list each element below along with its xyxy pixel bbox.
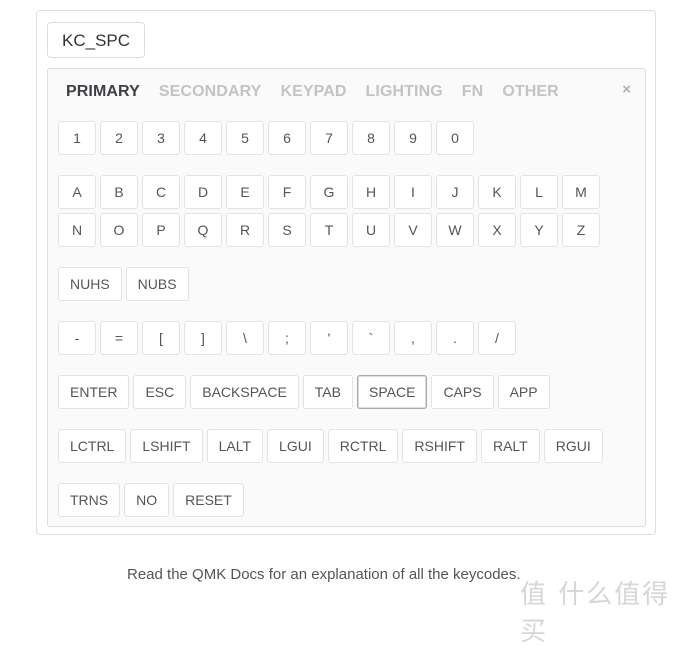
key-button[interactable]: 9 bbox=[394, 121, 432, 155]
key-button[interactable]: ] bbox=[184, 321, 222, 355]
key-button[interactable]: RALT bbox=[480, 429, 540, 463]
key-button[interactable]: , bbox=[394, 321, 432, 355]
key-button[interactable]: 4 bbox=[184, 121, 222, 155]
key-button[interactable]: E bbox=[226, 175, 264, 209]
key-button[interactable]: 1 bbox=[58, 121, 96, 155]
key-button[interactable]: X bbox=[478, 213, 516, 247]
docs-hint: Read the QMK Docs for an explanation of … bbox=[127, 566, 521, 583]
key-button[interactable]: LCTRL bbox=[58, 429, 127, 463]
key-button[interactable]: RGUI bbox=[543, 429, 603, 463]
key-button[interactable]: K bbox=[478, 175, 516, 209]
key-button[interactable]: V bbox=[394, 213, 432, 247]
key-button[interactable]: TRNS bbox=[58, 483, 121, 517]
watermark: 值 什么值得买 bbox=[520, 580, 671, 647]
key-button[interactable]: S bbox=[268, 213, 306, 247]
keycode-panel: PRIMARY SECONDARY KEYPAD LIGHTING FN OTH… bbox=[47, 68, 646, 527]
row-modifiers: LCTRL LSHIFT LALT LGUI RCTRL RSHIFT RALT RGUI bbox=[58, 429, 603, 463]
key-button[interactable]: NUBS bbox=[125, 267, 189, 301]
key-button[interactable]: ` bbox=[352, 321, 390, 355]
key-button[interactable]: [ bbox=[142, 321, 180, 355]
key-button[interactable]: NO bbox=[124, 483, 170, 517]
key-button[interactable]: Z bbox=[562, 213, 600, 247]
key-button[interactable]: B bbox=[100, 175, 138, 209]
key-button[interactable]: = bbox=[100, 321, 138, 355]
key-button[interactable]: C bbox=[142, 175, 180, 209]
key-button[interactable]: T bbox=[310, 213, 348, 247]
key-button[interactable]: 5 bbox=[226, 121, 264, 155]
tab-other[interactable]: OTHER bbox=[502, 83, 559, 101]
key-button[interactable]: ' bbox=[310, 321, 348, 355]
key-button[interactable]: 2 bbox=[100, 121, 138, 155]
keycode-picker: KC_SPC PRIMARY SECONDARY KEYPAD LIGHTING… bbox=[36, 10, 656, 535]
key-button[interactable]: G bbox=[310, 175, 348, 209]
key-button[interactable]: LALT bbox=[206, 429, 264, 463]
tab-bar: PRIMARY SECONDARY KEYPAD LIGHTING FN OTH… bbox=[66, 83, 578, 101]
key-button[interactable]: 8 bbox=[352, 121, 390, 155]
key-button[interactable]: M bbox=[562, 175, 600, 209]
key-button[interactable]: BACKSPACE bbox=[190, 375, 299, 409]
row-letters-2: NOPQRSTUVWXYZ bbox=[58, 213, 600, 247]
key-button[interactable]: LSHIFT bbox=[130, 429, 203, 463]
key-button[interactable]: CAPS bbox=[431, 375, 494, 409]
tab-primary[interactable]: PRIMARY bbox=[66, 83, 140, 101]
tab-lighting[interactable]: LIGHTING bbox=[366, 83, 443, 101]
key-button[interactable]: H bbox=[352, 175, 390, 209]
key-button[interactable]: O bbox=[100, 213, 138, 247]
key-button[interactable]: 0 bbox=[436, 121, 474, 155]
key-button[interactable]: W bbox=[436, 213, 474, 247]
key-button[interactable]: RESET bbox=[173, 483, 244, 517]
key-button[interactable]: NUHS bbox=[58, 267, 122, 301]
key-button[interactable]: RSHIFT bbox=[402, 429, 477, 463]
key-button[interactable]: R bbox=[226, 213, 264, 247]
key-button[interactable]: ; bbox=[268, 321, 306, 355]
key-button[interactable]: 3 bbox=[142, 121, 180, 155]
key-button[interactable]: P bbox=[142, 213, 180, 247]
row-letters-1: ABCDEFGHIJKLM bbox=[58, 175, 600, 209]
key-button[interactable]: APP bbox=[497, 375, 550, 409]
key-button[interactable]: RCTRL bbox=[327, 429, 399, 463]
key-button[interactable]: ENTER bbox=[58, 375, 130, 409]
key-button[interactable]: 7 bbox=[310, 121, 348, 155]
key-button[interactable]: J bbox=[436, 175, 474, 209]
key-button[interactable]: D bbox=[184, 175, 222, 209]
key-button[interactable]: . bbox=[436, 321, 474, 355]
key-button[interactable]: TAB bbox=[302, 375, 353, 409]
key-button[interactable]: ESC bbox=[133, 375, 187, 409]
row-misc: TRNS NO RESET bbox=[58, 483, 244, 517]
row-special: ENTER ESC BACKSPACE TAB SPACE CAPS APP bbox=[58, 375, 550, 409]
key-button[interactable]: I bbox=[394, 175, 432, 209]
row-numbers: 1234567890 bbox=[58, 121, 474, 155]
keycode-input[interactable]: KC_SPC bbox=[47, 22, 146, 58]
key-button[interactable]: L bbox=[520, 175, 558, 209]
key-button[interactable]: U bbox=[352, 213, 390, 247]
tab-secondary[interactable]: SECONDARY bbox=[159, 83, 262, 101]
key-button[interactable]: Q bbox=[184, 213, 222, 247]
close-icon[interactable]: × bbox=[622, 81, 631, 98]
key-button[interactable]: LGUI bbox=[267, 429, 324, 463]
tab-keypad[interactable]: KEYPAD bbox=[280, 83, 346, 101]
key-button[interactable]: - bbox=[58, 321, 96, 355]
key-button[interactable]: / bbox=[478, 321, 516, 355]
row-nonus: NUHS NUBS bbox=[58, 267, 189, 301]
key-button[interactable]: 6 bbox=[268, 121, 306, 155]
key-button[interactable]: SPACE bbox=[357, 375, 428, 409]
key-button[interactable]: N bbox=[58, 213, 96, 247]
row-symbols: - =[] \; ' `,. / bbox=[58, 321, 516, 355]
key-button[interactable]: A bbox=[58, 175, 96, 209]
key-button[interactable]: Y bbox=[520, 213, 558, 247]
tab-fn[interactable]: FN bbox=[462, 83, 484, 101]
key-button[interactable]: \ bbox=[226, 321, 264, 355]
key-button[interactable]: F bbox=[268, 175, 306, 209]
